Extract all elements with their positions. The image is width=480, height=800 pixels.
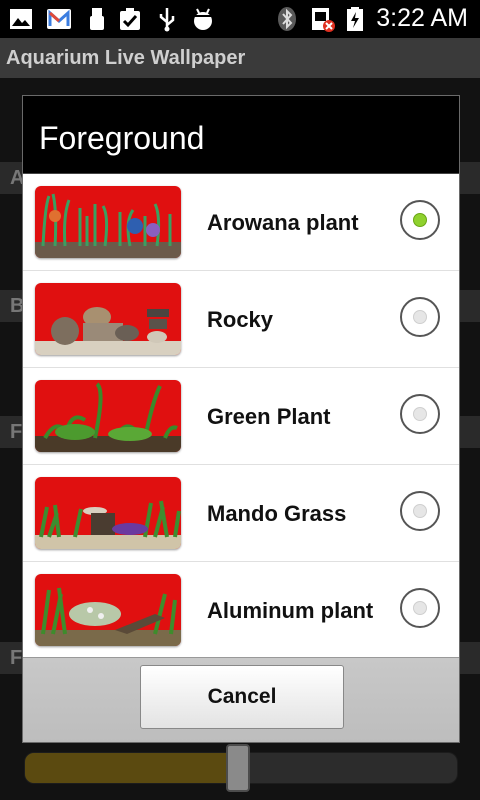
radio-button[interactable]: [400, 394, 440, 434]
radio-dot: [413, 213, 427, 227]
cancel-button[interactable]: Cancel: [140, 665, 344, 729]
mando-grass-thumbnail: [35, 477, 181, 549]
status-time: 3:22 AM: [376, 4, 468, 32]
radio-button[interactable]: [400, 588, 440, 628]
dialog-title: Foreground: [23, 96, 459, 174]
option-row-arowana-plant[interactable]: Arowana plant: [23, 174, 459, 271]
foreground-dialog: Foreground Arowana plant Rocky Green Pla…: [22, 95, 460, 743]
aluminum-plant-thumbnail: [35, 574, 181, 646]
option-label: Green Plant: [207, 404, 331, 429]
sim-error-icon: [312, 8, 335, 32]
battery-charging-icon: [347, 7, 363, 31]
option-label: Rocky: [207, 307, 274, 332]
option-row-mando-grass[interactable]: Mando Grass: [23, 465, 459, 562]
android-debug-icon: [194, 8, 212, 30]
status-bar: 3:22 AM: [0, 0, 480, 38]
radio-button[interactable]: [400, 297, 440, 337]
dialog-footer: Cancel: [23, 657, 459, 742]
radio-dot: [413, 504, 427, 518]
option-list: Arowana plant Rocky Green Plant Mando Gr…: [23, 174, 459, 659]
radio-button[interactable]: [400, 491, 440, 531]
option-label: Aluminum plant: [207, 598, 374, 623]
gallery-icon: [10, 9, 32, 29]
green-plant-thumbnail: [35, 380, 181, 452]
radio-dot: [413, 601, 427, 615]
option-row-green-plant[interactable]: Green Plant: [23, 368, 459, 465]
option-label: Arowana plant: [207, 210, 359, 235]
option-label: Mando Grass: [207, 501, 347, 526]
slider-thumb[interactable]: [225, 744, 250, 792]
slider-fill: [25, 753, 237, 783]
radio-dot: [413, 407, 427, 421]
usb-debug-icon: [159, 8, 175, 32]
gmail-icon: [47, 9, 71, 29]
usb-icon: [90, 8, 104, 30]
option-row-rocky[interactable]: Rocky: [23, 271, 459, 368]
radio-button[interactable]: [400, 200, 440, 240]
clipboard-check-icon: [120, 8, 140, 30]
rocky-thumbnail: [35, 283, 181, 355]
arowana-plant-thumbnail: [35, 186, 181, 258]
bluetooth-icon: [278, 7, 296, 31]
option-row-aluminum-plant[interactable]: Aluminum plant: [23, 562, 459, 659]
radio-dot: [413, 310, 427, 324]
app-title: Aquarium Live Wallpaper: [0, 38, 480, 78]
